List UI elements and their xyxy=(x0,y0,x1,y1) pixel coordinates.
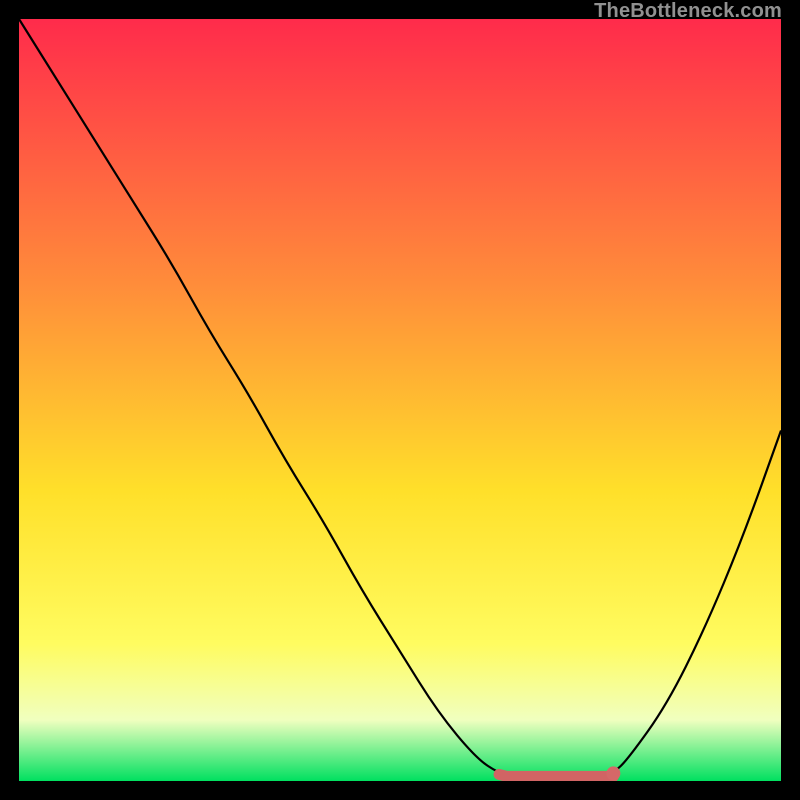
gradient-background xyxy=(19,19,781,781)
watermark-text: TheBottleneck.com xyxy=(594,0,782,23)
bottleneck-chart xyxy=(19,19,781,781)
